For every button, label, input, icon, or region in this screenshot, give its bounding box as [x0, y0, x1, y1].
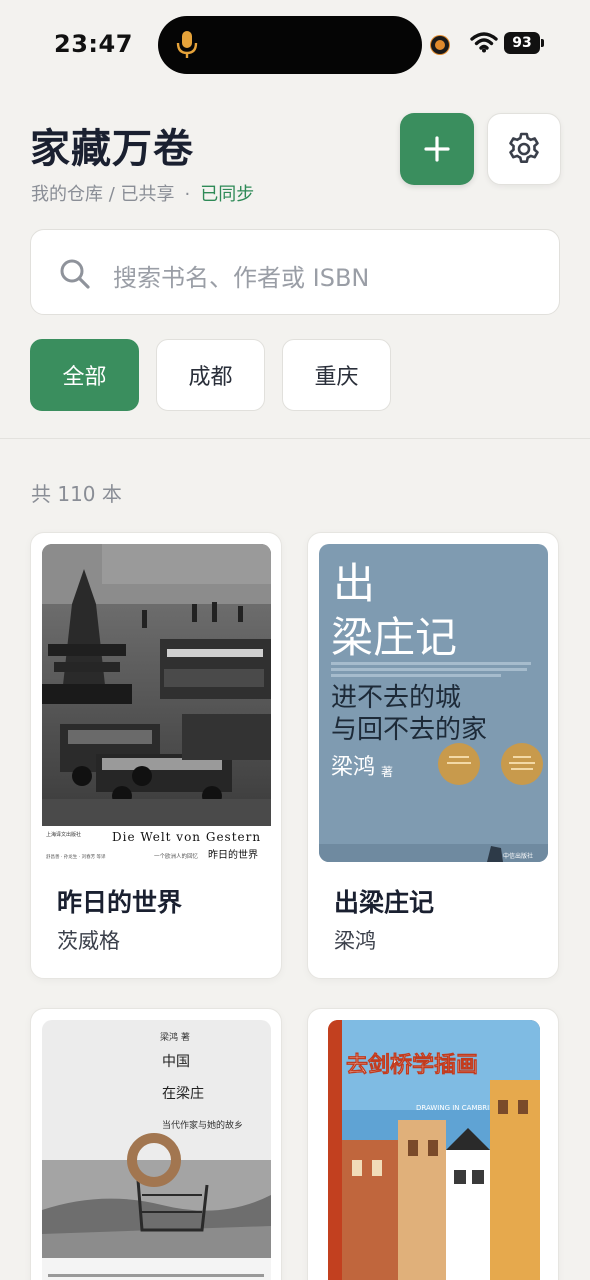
cover-german-title: Die Welt von Gestern [112, 830, 261, 844]
recording-dot-icon [431, 36, 449, 54]
cover-author: 梁鸿 [331, 755, 375, 780]
cover-title: 昨日的世界 [208, 848, 258, 861]
book-count: 共 110 本 [31, 482, 122, 506]
search-icon [60, 259, 90, 289]
cover-author: 梁鸿 著 [160, 1031, 190, 1043]
cover-line1: 中国 [162, 1054, 190, 1070]
book-cover: 去剑桥学插画 DRAWING IN CAMBRIDGE [328, 1020, 540, 1280]
breadcrumb[interactable]: 我的仓库 / 已共享 [31, 184, 175, 205]
separator: · [184, 184, 191, 205]
cover-publisher: 上海译文出版社 [46, 831, 81, 838]
cover-title-line2: 梁庄记 [331, 613, 457, 662]
book-card[interactable]: 上海译文出版社 Die Welt von Gestern 舒昌善 · 孙龙生 ·… [30, 532, 282, 979]
add-book-button[interactable] [400, 113, 474, 185]
battery-icon: 93 [504, 32, 544, 54]
filter-chip-chongqing[interactable]: 重庆 [282, 339, 391, 411]
book-cover-image: 去剑桥学插画 DRAWING IN CAMBRIDGE [328, 1020, 540, 1280]
cover-tagline2: 与回不去的家 [331, 715, 487, 745]
cover-title: 去剑桥学插画 [346, 1052, 478, 1078]
filter-chip-chengdu[interactable]: 成都 [156, 339, 265, 411]
status-bar: 23:47 93 [0, 0, 590, 90]
book-card[interactable]: 出 梁庄记 进不去的城 与回不去的家 梁鸿 著 中信出版社 出梁庄记 梁鸿 [307, 532, 559, 979]
book-cover-image: 上海译文出版社 Die Welt von Gestern 舒昌善 · 孙龙生 ·… [42, 544, 271, 862]
book-cover: 梁鸿 著 中国 在梁庄 当代作家与她的故乡 [42, 1020, 271, 1280]
cover-publisher: 中信出版社 [503, 852, 533, 860]
cover-subtitle: 一个欧洲人的回忆 [154, 852, 199, 860]
wifi-icon [470, 32, 498, 53]
book-title: 昨日的世界 [57, 888, 183, 917]
settings-button[interactable] [487, 113, 561, 185]
book-cover: 出 梁庄记 进不去的城 与回不去的家 梁鸿 著 中信出版社 [319, 544, 548, 862]
gear-icon [509, 132, 539, 163]
cover-tagline1: 进不去的城 [331, 683, 461, 713]
book-author: 梁鸿 [334, 929, 376, 953]
cover-author-suffix: 著 [381, 765, 393, 779]
search-placeholder: 搜索书名、作者或 ISBN [113, 264, 370, 292]
cover-line2: 在梁庄 [162, 1085, 204, 1102]
mic-icon [176, 31, 198, 58]
plus-icon [424, 136, 450, 162]
book-cover: 上海译文出版社 Die Welt von Gestern 舒昌善 · 孙龙生 ·… [42, 544, 271, 862]
cover-title-line1: 出 [333, 559, 375, 608]
book-card[interactable]: 梁鸿 著 中国 在梁庄 当代作家与她的故乡 [30, 1008, 282, 1280]
book-author: 茨威格 [57, 929, 120, 953]
search-input[interactable]: 搜索书名、作者或 ISBN [30, 229, 560, 315]
filter-chip-all[interactable]: 全部 [30, 339, 139, 411]
book-cover-image: 出 梁庄记 进不去的城 与回不去的家 梁鸿 著 中信出版社 [319, 544, 548, 862]
cover-credit: 舒昌善 · 孙龙生 · 刘春芳 等译 [46, 853, 106, 860]
book-card[interactable]: 去剑桥学插画 DRAWING IN CAMBRIDGE [307, 1008, 559, 1280]
page-title: 家藏万卷 [30, 126, 194, 172]
book-cover-image: 梁鸿 著 中国 在梁庄 当代作家与她的故乡 [42, 1020, 271, 1280]
book-title: 出梁庄记 [334, 888, 435, 917]
cover-subtitle: 当代作家与她的故乡 [162, 1119, 243, 1131]
divider [0, 438, 590, 439]
sync-status: 已同步 [200, 184, 255, 205]
status-time: 23:47 [54, 30, 133, 58]
subtitle: 我的仓库 / 已共享 · 已同步 [31, 180, 254, 206]
